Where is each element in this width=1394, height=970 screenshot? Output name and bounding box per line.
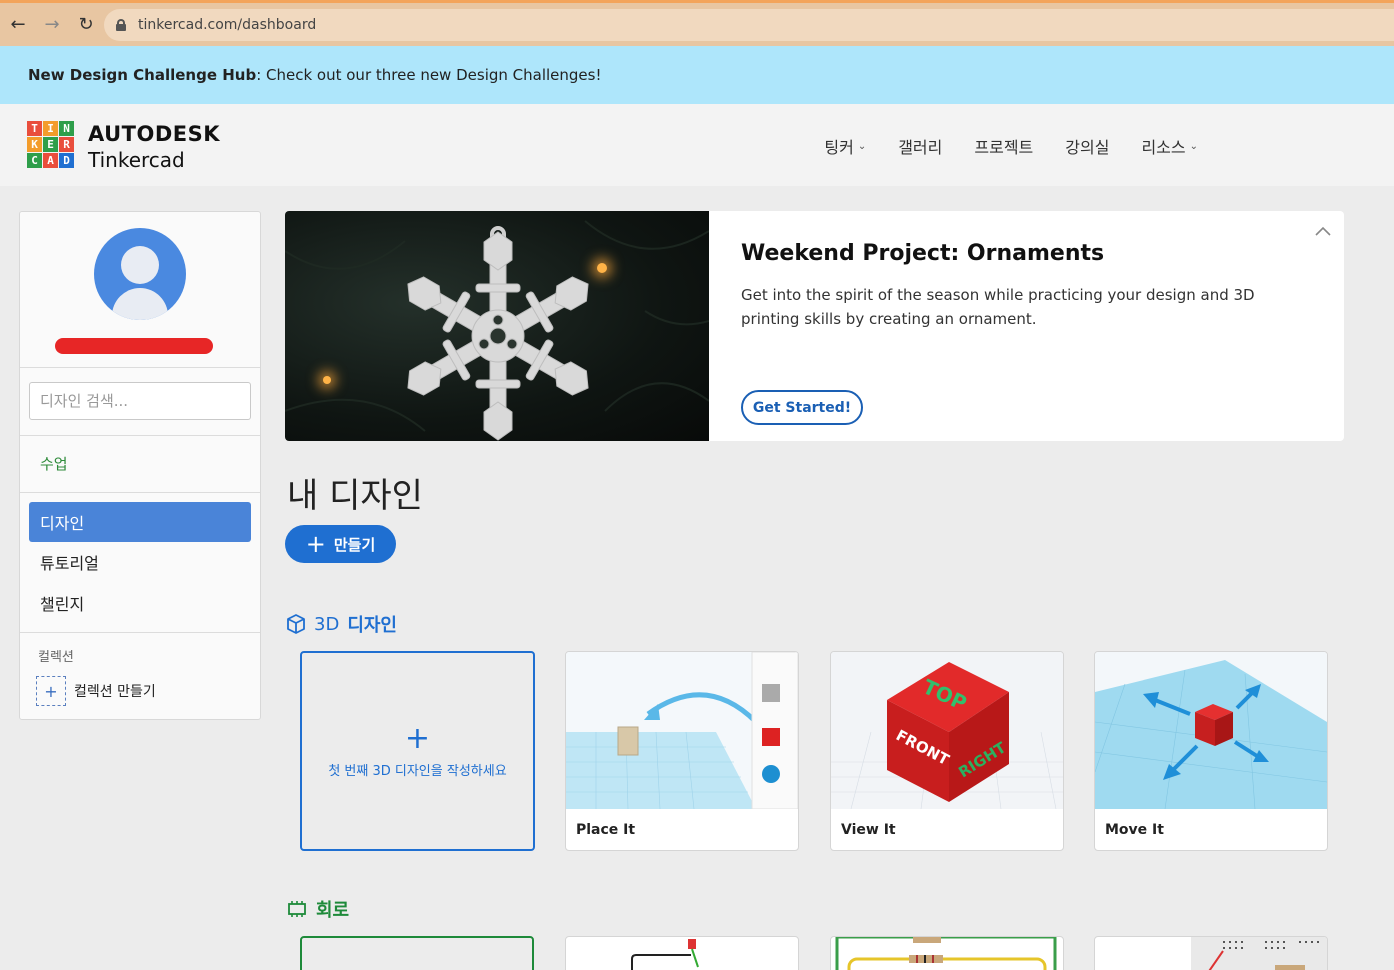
new-circuit-card[interactable] [300,936,534,970]
card-title: Place It [576,822,636,838]
nav-gallery[interactable]: 갤러리 [898,134,942,158]
brand-name: AUTODESK [88,122,221,146]
circuit-thumbnail [631,939,699,970]
logo-letter: R [59,137,74,152]
plus-icon: + [36,676,66,706]
design-card-view-it[interactable]: TOP FRONT RIGHT View It [830,651,1064,851]
create-collection-label: 컬렉션 만들기 [74,684,156,700]
circuit-card[interactable] [1094,936,1328,970]
browser-toolbar: ← → ↻ tinkercad.com/dashboard [0,0,1394,46]
sidebar-item-designs[interactable]: 디자인 [29,502,251,542]
create-label: 만들기 [333,535,376,554]
product-name: Tinkercad [88,148,185,172]
announcement-banner[interactable]: New Design Challenge Hub: Check out our … [0,46,1394,104]
announcement-bold: New Design Challenge Hub [28,66,257,84]
logo-text[interactable]: AUTODESK Tinkercad [88,122,221,172]
place-it-thumbnail [566,652,798,809]
banner-title: Weekend Project: Ornaments [741,241,1105,266]
sidebar-item-classes[interactable]: 수업 [40,453,68,474]
card-title: View It [841,822,896,838]
view-it-thumbnail: TOP FRONT RIGHT [831,652,1063,809]
tinkercad-logo-icon[interactable]: TIN KER CAD [27,121,74,168]
logo-letter: A [43,153,58,168]
back-icon[interactable]: ← [2,9,34,41]
new-design-text: 첫 번째 3D 디자인을 작성하세요 [328,763,507,779]
section-3d-label: 디자인 [347,615,397,636]
cube-icon [287,614,305,634]
logo-letter: N [59,121,74,136]
circuit-thumbnail [835,937,1057,970]
banner-description: Get into the spirit of the season while … [741,286,1255,328]
url-text: tinkercad.com/dashboard [138,17,317,33]
divider [20,632,260,633]
section-3d-designs[interactable]: 3D 디자인 [286,611,397,637]
collections-heading: 컬렉션 [38,650,74,665]
chevron-down-icon: ⌄ [1189,140,1198,152]
logo-letter: D [59,153,74,168]
nav-tinker[interactable]: 팅커 ⌄ [824,134,866,158]
reload-icon[interactable]: ↻ [70,9,102,41]
nav-projects[interactable]: 프로젝트 [974,134,1033,158]
sidebar: 수업 디자인 튜토리얼 챌린지 컬렉션 + 컬렉션 만들기 [19,211,261,720]
sidebar-item-tutorials[interactable]: 튜토리얼 [29,542,251,582]
section-circuits-label: 회로 [316,900,350,921]
section-circuits[interactable]: 회로 [286,896,349,922]
circuit-card[interactable] [830,936,1064,970]
divider [20,367,260,368]
move-it-thumbnail [1095,652,1327,809]
design-search-input[interactable] [29,382,251,420]
circuit-chip-icon [288,901,306,917]
chevron-down-icon: ⌄ [857,140,867,152]
get-started-button[interactable]: Get Started! [741,390,863,425]
nav-resources[interactable]: 리소스 ⌄ [1141,134,1198,158]
design-card-move-it[interactable]: Move It [1094,651,1328,851]
create-button[interactable]: + 만들기 [285,525,396,563]
address-bar[interactable]: tinkercad.com/dashboard [104,9,1394,41]
card-title: Move It [1105,822,1164,838]
page-title: 내 디자인 [287,476,423,516]
announcement-text: : Check out our three new Design Challen… [256,66,602,84]
logo-letter: C [27,153,42,168]
logo-letter: K [27,137,42,152]
new-3d-design-card[interactable]: + 첫 번째 3D 디자인을 작성하세요 [300,651,535,851]
lock-icon [116,19,126,31]
nav-classrooms[interactable]: 강의실 [1065,134,1109,158]
featured-banner: Weekend Project: Ornaments Get into the … [285,211,1344,441]
logo-letter: E [43,137,58,152]
design-card-place-it[interactable]: Place It [565,651,799,851]
breadboard-thumbnail [1191,937,1327,970]
logo-letter: I [43,121,58,136]
avatar[interactable] [94,228,186,320]
snowflake-ornament-image[interactable] [285,211,709,441]
plus-icon: + [305,530,326,558]
top-navigation: 팅커 ⌄ 갤러리 프로젝트 강의실 리소스 ⌄ [824,134,1198,158]
circuit-card[interactable] [565,936,799,970]
sidebar-item-challenges[interactable]: 챌린지 [29,583,251,623]
divider [20,435,260,436]
plus-icon: + [404,720,431,756]
snowflake-icon [285,220,709,441]
forward-icon[interactable]: → [36,9,68,41]
chevron-up-icon[interactable] [1314,223,1332,241]
username-redacted [55,338,213,354]
divider [20,492,260,493]
logo-letter: T [27,121,42,136]
section-3d-prefix: 3D [314,613,340,635]
site-header: TIN KER CAD AUTODESK Tinkercad 팅커 ⌄ 갤러리 프로젝… [0,104,1394,186]
create-collection-button[interactable]: + 컬렉션 만들기 [36,676,156,706]
